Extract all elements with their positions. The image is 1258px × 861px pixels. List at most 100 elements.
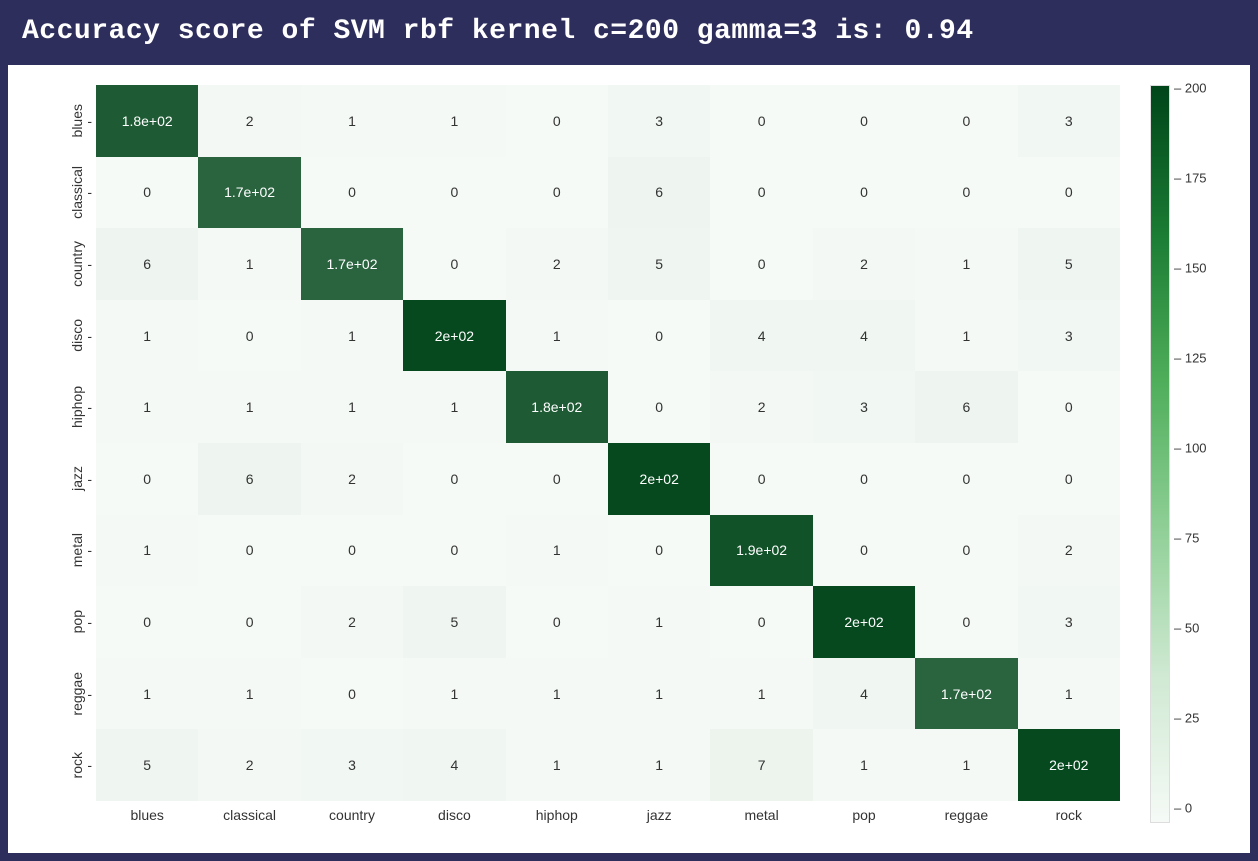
y-tick-label: disco- (68, 300, 96, 372)
heatmap-cell: 4 (813, 300, 915, 372)
heatmap-grid: 1.8e+0221103000301.7e+0200060000611.7e+0… (96, 85, 1120, 801)
heatmap-cell: 4 (403, 729, 505, 801)
y-axis-labels: blues-classical-country-disco-hiphop-jaz… (68, 85, 96, 801)
heatmap-cell: 1 (198, 228, 300, 300)
heatmap-cell: 1 (198, 371, 300, 443)
heatmap-cell: 0 (813, 157, 915, 229)
heatmap-cell: 0 (608, 300, 710, 372)
y-tick-label: pop- (68, 586, 96, 658)
heatmap-cell: 0 (506, 157, 608, 229)
heatmap-cell: 0 (403, 228, 505, 300)
y-tick-label: blues- (68, 85, 96, 157)
x-tick-label: pop (813, 807, 915, 823)
y-tick-label: reggae- (68, 658, 96, 730)
heatmap-cell: 0 (710, 443, 812, 515)
colorbar-tick: 125 (1174, 351, 1207, 366)
heatmap-cell: 0 (96, 586, 198, 658)
colorbar-tick: 175 (1174, 171, 1207, 186)
heatmap-cell: 5 (96, 729, 198, 801)
heatmap-cell: 1 (813, 729, 915, 801)
figure-title: Accuracy score of SVM rbf kernel c=200 g… (8, 8, 1250, 65)
heatmap-cell: 1.8e+02 (96, 85, 198, 157)
heatmap-cell: 0 (403, 515, 505, 587)
colorbar-tick: 150 (1174, 261, 1207, 276)
heatmap-cell: 1.7e+02 (198, 157, 300, 229)
heatmap-cell: 2e+02 (1018, 729, 1120, 801)
y-tick-label: hiphop- (68, 371, 96, 443)
heatmap-cell: 1.8e+02 (506, 371, 608, 443)
heatmap-cell: 2 (710, 371, 812, 443)
heatmap-cell: 2 (301, 586, 403, 658)
x-tick-label: country (301, 807, 403, 823)
heatmap-cell: 0 (198, 586, 300, 658)
heatmap-cell: 2 (301, 443, 403, 515)
heatmap-cell: 1 (96, 371, 198, 443)
y-tick-label: metal- (68, 515, 96, 587)
colorbar-tick: 100 (1174, 441, 1207, 456)
x-axis-spacer (68, 801, 96, 823)
heatmap-cell: 0 (710, 586, 812, 658)
x-tick-label: blues (96, 807, 198, 823)
colorbar-ticks: 0255075100125150175200 (1170, 85, 1210, 823)
colorbar-tick: 25 (1174, 711, 1199, 726)
heatmap-cell: 0 (813, 515, 915, 587)
heatmap-cell: 1 (506, 658, 608, 730)
heatmap-cell: 0 (1018, 157, 1120, 229)
x-tick-label: classical (198, 807, 300, 823)
heatmap-cell: 3 (301, 729, 403, 801)
colorbar-gradient (1150, 85, 1170, 823)
heatmap-cell: 0 (710, 85, 812, 157)
heatmap-cell: 0 (710, 228, 812, 300)
x-tick-label: rock (1018, 807, 1120, 823)
heatmap-cell: 5 (608, 228, 710, 300)
heatmap-cell: 5 (403, 586, 505, 658)
heatmap-cell: 1 (301, 85, 403, 157)
heatmap-cell: 2 (1018, 515, 1120, 587)
heatmap-cell: 0 (915, 515, 1017, 587)
heatmap-cell: 2 (198, 85, 300, 157)
heatmap-cell: 1 (403, 85, 505, 157)
colorbar-tick: 75 (1174, 531, 1199, 546)
heatmap-cell: 0 (96, 443, 198, 515)
heatmap-cell: 3 (813, 371, 915, 443)
heatmap-cell: 6 (915, 371, 1017, 443)
x-tick-label: hiphop (506, 807, 608, 823)
heatmap-cell: 2 (813, 228, 915, 300)
heatmap-cell: 1 (96, 658, 198, 730)
heatmap-cell: 1 (403, 658, 505, 730)
heatmap-cell: 1 (506, 515, 608, 587)
heatmap-cell: 0 (506, 586, 608, 658)
heatmap-cell: 0 (198, 515, 300, 587)
heatmap-cell: 1 (198, 658, 300, 730)
x-axis-labels-row: bluesclassicalcountrydiscohiphopjazzmeta… (68, 801, 1120, 823)
x-tick-label: metal (710, 807, 812, 823)
heatmap-cell: 1 (915, 300, 1017, 372)
colorbar: 0255075100125150175200 (1120, 85, 1210, 823)
heatmap-cell: 0 (608, 371, 710, 443)
heatmap-cell: 1 (301, 300, 403, 372)
heatmap-cell: 4 (710, 300, 812, 372)
heatmap: blues-classical-country-disco-hiphop-jaz… (68, 85, 1120, 823)
heatmap-cell: 2e+02 (608, 443, 710, 515)
plot-area: blues-classical-country-disco-hiphop-jaz… (8, 65, 1250, 853)
x-tick-label: disco (403, 807, 505, 823)
figure-frame: Accuracy score of SVM rbf kernel c=200 g… (0, 0, 1258, 861)
heatmap-cell: 1 (506, 729, 608, 801)
x-axis-labels: bluesclassicalcountrydiscohiphopjazzmeta… (96, 801, 1120, 823)
heatmap-cell: 4 (813, 658, 915, 730)
heatmap-cell: 1 (915, 729, 1017, 801)
heatmap-cell: 0 (1018, 371, 1120, 443)
heatmap-cell: 1.7e+02 (301, 228, 403, 300)
heatmap-cell: 1 (1018, 658, 1120, 730)
heatmap-cell: 2 (506, 228, 608, 300)
heatmap-cell: 3 (1018, 300, 1120, 372)
heatmap-cell: 1 (403, 371, 505, 443)
heatmap-cell: 2e+02 (403, 300, 505, 372)
heatmap-cell: 0 (506, 85, 608, 157)
heatmap-cell: 0 (301, 157, 403, 229)
heatmap-cell: 1 (301, 371, 403, 443)
heatmap-cell: 0 (915, 586, 1017, 658)
heatmap-cell: 6 (608, 157, 710, 229)
heatmap-cell: 0 (813, 85, 915, 157)
heatmap-cell: 5 (1018, 228, 1120, 300)
